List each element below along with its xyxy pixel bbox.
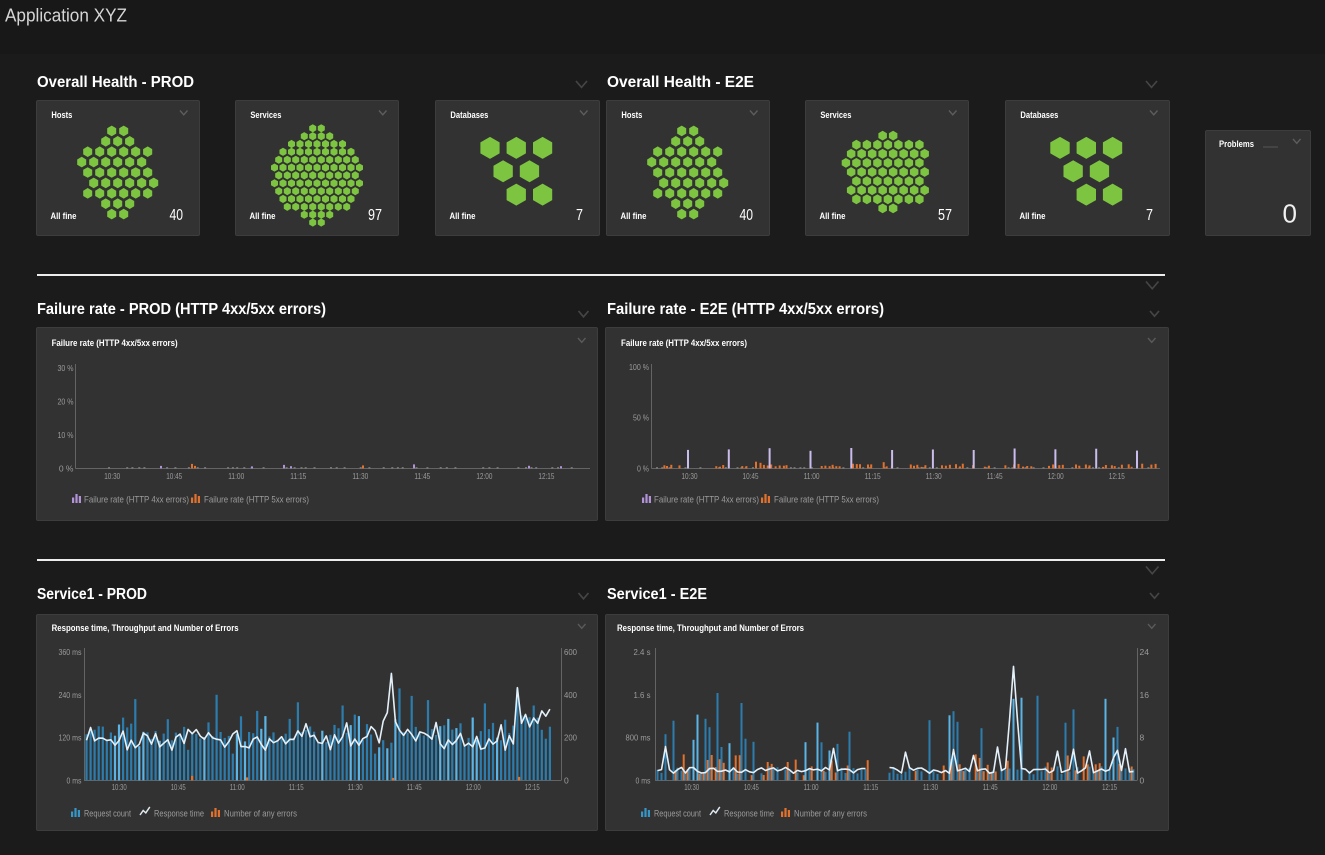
svg-text:11:15: 11:15 bbox=[289, 782, 304, 792]
svg-text:0: 0 bbox=[1283, 198, 1297, 228]
svg-text:0: 0 bbox=[564, 775, 569, 785]
svg-text:1.6 s: 1.6 s bbox=[634, 690, 651, 700]
svg-text:600: 600 bbox=[564, 647, 577, 657]
svg-text:12:00: 12:00 bbox=[1042, 782, 1057, 792]
svg-text:All fine: All fine bbox=[250, 211, 276, 221]
svg-text:All fine: All fine bbox=[1020, 211, 1046, 221]
svg-text:11:45: 11:45 bbox=[983, 782, 998, 792]
svg-text:10 %: 10 % bbox=[58, 430, 74, 440]
svg-text:240 ms: 240 ms bbox=[59, 690, 82, 700]
svg-text:0: 0 bbox=[1140, 775, 1145, 785]
svg-text:Problems: Problems bbox=[1219, 139, 1254, 149]
svg-text:50 %: 50 % bbox=[633, 413, 649, 423]
svg-text:40: 40 bbox=[170, 207, 184, 224]
svg-text:Services: Services bbox=[820, 110, 851, 120]
svg-text:All fine: All fine bbox=[450, 211, 476, 221]
svg-text:Failure rate (HTTP 4xx/5xx err: Failure rate (HTTP 4xx/5xx errors) bbox=[621, 338, 747, 349]
svg-text:11:00: 11:00 bbox=[228, 471, 244, 481]
svg-text:16: 16 bbox=[1140, 690, 1150, 700]
svg-text:Databases: Databases bbox=[450, 110, 488, 120]
svg-text:11:15: 11:15 bbox=[863, 782, 878, 792]
svg-text:10:45: 10:45 bbox=[744, 782, 759, 792]
svg-text:12:00: 12:00 bbox=[466, 782, 481, 792]
svg-text:All fine: All fine bbox=[51, 211, 77, 221]
svg-text:Response time, Throughput and: Response time, Throughput and Number of … bbox=[52, 623, 239, 634]
svg-text:11:00: 11:00 bbox=[804, 782, 819, 792]
svg-text:Failure rate (HTTP 5xx errors): Failure rate (HTTP 5xx errors) bbox=[204, 494, 309, 504]
svg-text:Response time: Response time bbox=[154, 809, 204, 819]
svg-text:Failure rate (HTTP 4xx errors): Failure rate (HTTP 4xx errors) bbox=[84, 494, 189, 504]
svg-text:40: 40 bbox=[740, 207, 754, 224]
svg-text:Request count: Request count bbox=[84, 809, 131, 819]
svg-text:20 %: 20 % bbox=[58, 396, 74, 406]
svg-text:All fine: All fine bbox=[820, 211, 846, 221]
svg-text:Application XYZ: Application XYZ bbox=[5, 6, 127, 26]
svg-text:11:45: 11:45 bbox=[987, 471, 1003, 481]
svg-text:2.4 s: 2.4 s bbox=[634, 647, 651, 657]
svg-text:400: 400 bbox=[564, 690, 577, 700]
svg-text:Overall Health - PROD: Overall Health - PROD bbox=[37, 74, 194, 91]
svg-text:Failure rate - PROD (HTTP 4xx/: Failure rate - PROD (HTTP 4xx/5xx errors… bbox=[37, 301, 326, 318]
svg-text:12:00: 12:00 bbox=[1048, 471, 1064, 481]
svg-text:11:15: 11:15 bbox=[865, 471, 881, 481]
svg-text:Overall Health - E2E: Overall Health - E2E bbox=[607, 74, 754, 91]
svg-text:Request count: Request count bbox=[654, 809, 701, 819]
svg-text:11:30: 11:30 bbox=[923, 782, 938, 792]
svg-text:11:45: 11:45 bbox=[414, 471, 430, 481]
svg-text:Service1 - E2E: Service1 - E2E bbox=[607, 586, 707, 603]
svg-text:All fine: All fine bbox=[621, 211, 647, 221]
svg-text:12:15: 12:15 bbox=[525, 782, 540, 792]
svg-text:10:30: 10:30 bbox=[682, 471, 698, 481]
svg-text:0 ms: 0 ms bbox=[67, 775, 82, 785]
svg-text:10:30: 10:30 bbox=[112, 782, 127, 792]
svg-text:7: 7 bbox=[576, 207, 583, 224]
svg-text:0 %: 0 % bbox=[59, 463, 74, 473]
svg-text:12:00: 12:00 bbox=[476, 471, 492, 481]
svg-text:12:15: 12:15 bbox=[1102, 782, 1117, 792]
svg-text:Databases: Databases bbox=[1020, 110, 1058, 120]
svg-text:Number of any errors: Number of any errors bbox=[794, 809, 867, 819]
svg-text:360 ms: 360 ms bbox=[59, 647, 82, 657]
svg-text:24: 24 bbox=[1140, 647, 1150, 657]
svg-text:10:45: 10:45 bbox=[166, 471, 182, 481]
svg-text:Service1 - PROD: Service1 - PROD bbox=[37, 586, 147, 603]
svg-text:Hosts: Hosts bbox=[51, 110, 72, 120]
svg-text:Failure rate (HTTP 4xx errors): Failure rate (HTTP 4xx errors) bbox=[654, 494, 759, 504]
svg-text:10:45: 10:45 bbox=[743, 471, 759, 481]
svg-text:7: 7 bbox=[1146, 207, 1153, 224]
svg-text:200: 200 bbox=[564, 733, 577, 743]
svg-text:11:15: 11:15 bbox=[290, 471, 306, 481]
svg-text:Response time, Throughput and: Response time, Throughput and Number of … bbox=[617, 623, 804, 634]
svg-text:11:30: 11:30 bbox=[352, 471, 368, 481]
svg-text:120 ms: 120 ms bbox=[59, 733, 82, 743]
svg-text:97: 97 bbox=[368, 207, 382, 224]
svg-text:11:30: 11:30 bbox=[926, 471, 942, 481]
svg-text:Response time: Response time bbox=[724, 809, 774, 819]
svg-text:0 ms: 0 ms bbox=[636, 775, 651, 785]
svg-text:12:15: 12:15 bbox=[1109, 471, 1125, 481]
svg-text:Services: Services bbox=[250, 110, 281, 120]
svg-text:57: 57 bbox=[938, 207, 952, 224]
svg-text:11:30: 11:30 bbox=[348, 782, 363, 792]
svg-text:100 %: 100 % bbox=[629, 362, 649, 372]
svg-text:30 %: 30 % bbox=[58, 363, 74, 373]
svg-text:11:00: 11:00 bbox=[230, 782, 245, 792]
svg-text:800 ms: 800 ms bbox=[626, 733, 651, 743]
svg-text:Failure rate (HTTP 5xx errors): Failure rate (HTTP 5xx errors) bbox=[774, 494, 879, 504]
svg-text:10:30: 10:30 bbox=[684, 782, 699, 792]
svg-text:12:15: 12:15 bbox=[538, 471, 554, 481]
svg-text:Failure rate - E2E (HTTP 4xx/5: Failure rate - E2E (HTTP 4xx/5xx errors) bbox=[607, 301, 884, 318]
svg-text:11:45: 11:45 bbox=[407, 782, 422, 792]
svg-text:Hosts: Hosts bbox=[621, 110, 642, 120]
svg-text:11:00: 11:00 bbox=[804, 471, 820, 481]
svg-text:10:30: 10:30 bbox=[104, 471, 120, 481]
svg-text:0 %: 0 % bbox=[637, 463, 649, 473]
svg-text:Failure rate (HTTP 4xx/5xx err: Failure rate (HTTP 4xx/5xx errors) bbox=[52, 338, 178, 349]
svg-text:Number of any errors: Number of any errors bbox=[224, 809, 297, 819]
svg-text:8: 8 bbox=[1140, 733, 1145, 743]
svg-text:10:45: 10:45 bbox=[171, 782, 186, 792]
